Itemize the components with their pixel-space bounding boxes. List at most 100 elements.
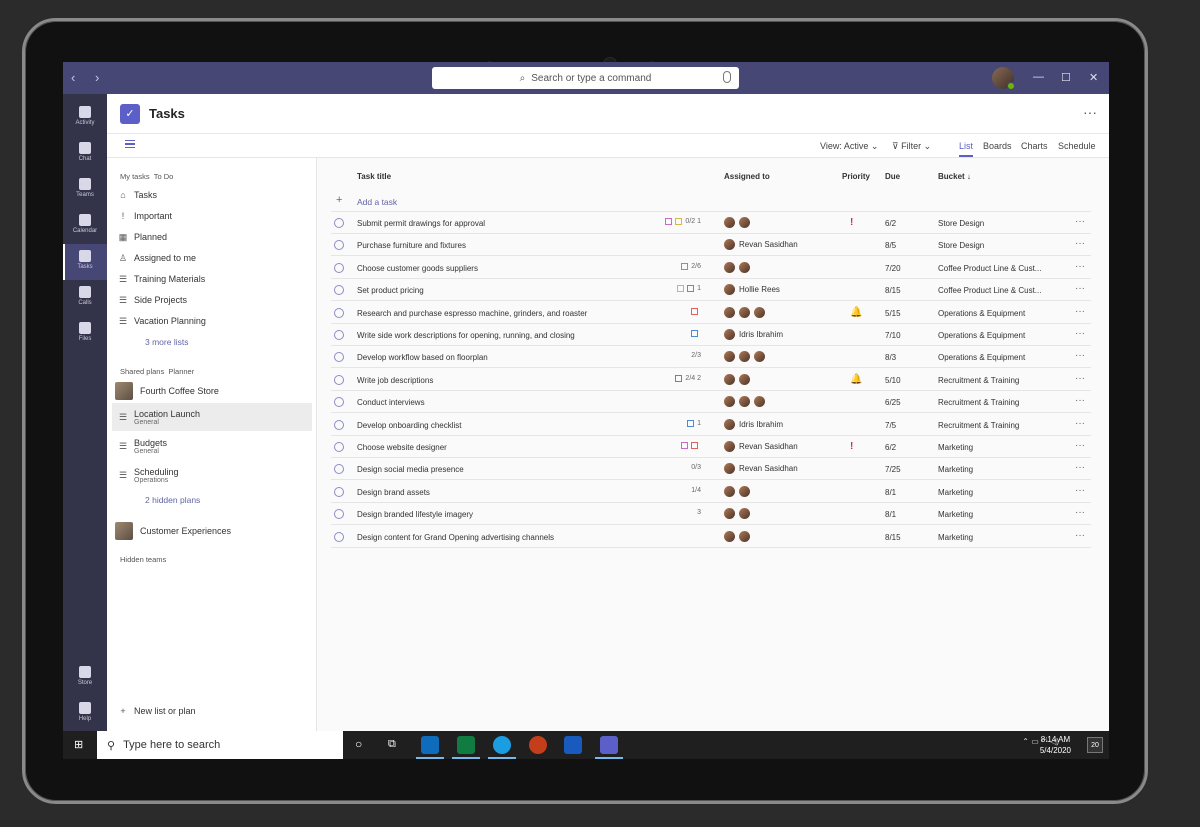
- complete-checkbox[interactable]: [334, 218, 344, 228]
- complete-checkbox[interactable]: [334, 374, 344, 385]
- team-customer-experiences[interactable]: Customer Experiences: [112, 521, 312, 541]
- table-row[interactable]: Conduct interviews 6/25 Recruitment & Trai…: [331, 391, 1091, 414]
- add-task-row[interactable]: + Add a task: [331, 190, 1091, 212]
- hidden-teams-label[interactable]: Hidden teams: [120, 555, 166, 564]
- rail-store[interactable]: Store: [63, 660, 107, 696]
- rail-calendar[interactable]: Calendar: [63, 208, 107, 244]
- table-row[interactable]: Choose website designer Revan Sasidhan! 6/…: [331, 436, 1091, 458]
- assigned-cell[interactable]: Idris Ibrahim: [724, 329, 783, 340]
- complete-checkbox[interactable]: [334, 442, 344, 452]
- task-title[interactable]: Choose website designer: [357, 443, 447, 452]
- list-item-planned[interactable]: ▦ Planned: [112, 227, 312, 247]
- team-fourth-coffee[interactable]: Fourth Coffee Store: [112, 381, 312, 401]
- task-title[interactable]: Develop onboarding checklist: [357, 421, 462, 430]
- row-more-icon[interactable]: ···: [1075, 530, 1085, 541]
- task-title[interactable]: Write job descriptions: [357, 376, 433, 385]
- edge-icon[interactable]: [493, 736, 511, 754]
- mic-icon[interactable]: [723, 71, 731, 83]
- plan-location-launch[interactable]: ☰ Location Launch General: [112, 403, 312, 431]
- powerpoint-icon[interactable]: [529, 736, 547, 754]
- hidden-plans-link[interactable]: 2 hidden plans: [145, 495, 200, 505]
- row-more-icon[interactable]: ···: [1075, 306, 1085, 317]
- assigned-cell[interactable]: [724, 217, 754, 228]
- column-bucket[interactable]: Bucket ↓: [938, 172, 971, 181]
- cortana-icon[interactable]: ○: [355, 737, 362, 751]
- row-more-icon[interactable]: ···: [1075, 462, 1085, 473]
- table-row[interactable]: Submit permit drawings for approval 0/2 1…: [331, 212, 1091, 234]
- filter-button[interactable]: ⊽ Filter ⌄: [892, 141, 931, 152]
- rail-chat[interactable]: Chat: [63, 136, 107, 172]
- row-more-icon[interactable]: ···: [1075, 350, 1085, 361]
- complete-checkbox[interactable]: [334, 240, 344, 251]
- menu-icon[interactable]: [125, 140, 135, 148]
- teams-taskbar-icon[interactable]: [600, 736, 618, 754]
- complete-checkbox[interactable]: [334, 397, 344, 408]
- task-title[interactable]: Develop workflow based on floorplan: [357, 353, 488, 362]
- assigned-cell[interactable]: [724, 485, 754, 497]
- tab-charts[interactable]: Charts: [1021, 141, 1048, 151]
- row-more-icon[interactable]: ···: [1075, 328, 1085, 339]
- complete-checkbox[interactable]: [334, 419, 344, 430]
- table-row[interactable]: Choose customer goods suppliers 2/6 7/20 Co…: [331, 257, 1091, 279]
- row-more-icon[interactable]: ···: [1075, 261, 1085, 272]
- task-title[interactable]: Set product pricing: [357, 286, 424, 295]
- list-item-side-projects[interactable]: ☰ Side Projects: [112, 290, 312, 310]
- task-title[interactable]: Design content for Grand Opening adverti…: [357, 533, 554, 542]
- row-more-icon[interactable]: ···: [1075, 216, 1085, 227]
- task-title[interactable]: Write side work descriptions for opening…: [357, 331, 575, 340]
- row-more-icon[interactable]: ···: [1075, 485, 1085, 496]
- row-more-icon[interactable]: ···: [1075, 440, 1085, 451]
- task-title[interactable]: Purchase furniture and fixtures: [357, 241, 466, 250]
- assigned-cell[interactable]: Revan Sasidhan: [724, 441, 798, 452]
- excel-icon[interactable]: [457, 736, 475, 754]
- assigned-cell[interactable]: [724, 306, 769, 318]
- assigned-cell[interactable]: Revan Sasidhan: [724, 239, 798, 251]
- word-icon[interactable]: [564, 736, 582, 754]
- column-assigned[interactable]: Assigned to: [724, 172, 770, 181]
- row-more-icon[interactable]: ···: [1075, 373, 1085, 384]
- rail-tasks[interactable]: Tasks: [63, 244, 107, 280]
- assigned-cell[interactable]: [724, 396, 769, 408]
- rail-files[interactable]: Files: [63, 316, 107, 352]
- plan-scheduling[interactable]: ☰ Scheduling Operations: [112, 462, 312, 488]
- complete-checkbox[interactable]: [334, 509, 344, 520]
- list-item-vacation[interactable]: ☰ Vacation Planning: [112, 311, 312, 331]
- command-search-box[interactable]: ⌕ Search or type a command: [432, 67, 739, 89]
- assigned-cell[interactable]: [724, 508, 754, 520]
- task-title[interactable]: Design branded lifestyle imagery: [357, 510, 473, 519]
- complete-checkbox[interactable]: [334, 307, 344, 318]
- taskbar-search[interactable]: ⚲ Type here to search: [97, 731, 343, 759]
- task-title[interactable]: Submit permit drawings for approval: [357, 219, 485, 228]
- rail-activity[interactable]: Activity: [63, 100, 107, 136]
- task-title[interactable]: Design brand assets: [357, 488, 430, 497]
- list-item-assigned[interactable]: ♙ Assigned to me: [112, 248, 312, 268]
- row-more-icon[interactable]: ···: [1075, 418, 1085, 429]
- notification-icon[interactable]: 20: [1087, 737, 1103, 753]
- list-item-training[interactable]: ☰ Training Materials: [112, 269, 312, 289]
- assigned-cell[interactable]: [724, 530, 754, 542]
- complete-checkbox[interactable]: [334, 464, 344, 475]
- complete-checkbox[interactable]: [334, 330, 344, 340]
- windows-start-icon[interactable]: ⊞: [74, 738, 83, 751]
- assigned-cell[interactable]: [724, 261, 754, 273]
- complete-checkbox[interactable]: [334, 262, 344, 273]
- assigned-cell[interactable]: Revan Sasidhan: [724, 463, 798, 475]
- table-row[interactable]: Design social media presence 0/3 Revan Sas…: [331, 458, 1091, 481]
- outlook-icon[interactable]: [421, 736, 439, 754]
- tab-schedule[interactable]: Schedule: [1058, 141, 1096, 151]
- task-title[interactable]: Choose customer goods suppliers: [357, 264, 478, 273]
- table-row[interactable]: Write job descriptions 2/4 2 🔔 5/10 Recruitm…: [331, 369, 1091, 391]
- plan-budgets[interactable]: ☰ Budgets General: [112, 433, 312, 459]
- more-lists-link[interactable]: 3 more lists: [145, 337, 188, 347]
- task-title[interactable]: Conduct interviews: [357, 398, 425, 407]
- column-task-title[interactable]: Task title: [357, 172, 391, 181]
- task-title[interactable]: Design social media presence: [357, 465, 464, 474]
- table-row[interactable]: Purchase furniture and fixtures Revan Sas…: [331, 234, 1091, 257]
- complete-checkbox[interactable]: [334, 531, 344, 542]
- row-more-icon[interactable]: ···: [1075, 283, 1085, 294]
- tab-boards[interactable]: Boards: [983, 141, 1012, 151]
- column-due[interactable]: Due: [885, 172, 900, 181]
- view-dropdown[interactable]: View: Active ⌄: [820, 141, 878, 152]
- assigned-cell[interactable]: [724, 373, 754, 385]
- rail-teams[interactable]: Teams: [63, 172, 107, 208]
